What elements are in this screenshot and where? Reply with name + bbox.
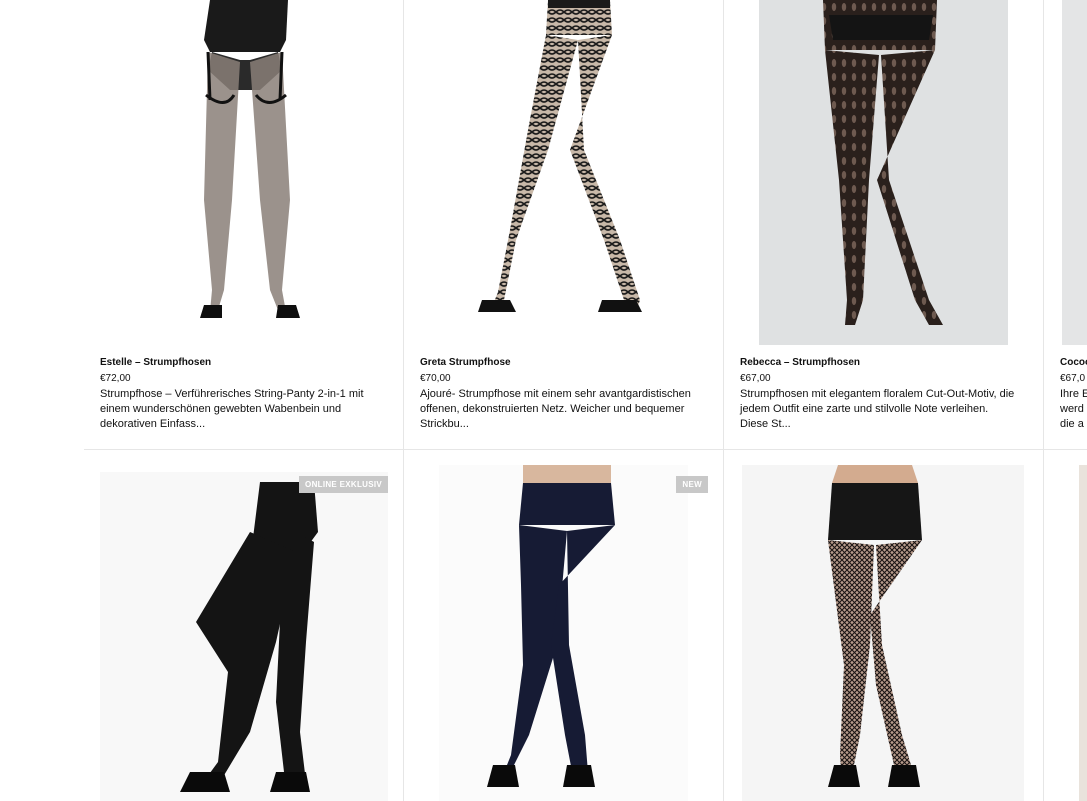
product-card[interactable]: Estelle – Strumpfhosen €72,00 Strumpfhos… — [84, 0, 403, 449]
product-card[interactable] — [1044, 450, 1087, 801]
tights-image — [823, 0, 943, 325]
product-card[interactable]: Greta Strumpfhose €70,00 Ajouré- Strumpf… — [404, 0, 723, 449]
product-description: Strumpfhose – Verführerisches String-Pan… — [100, 388, 364, 430]
product-price: €67,00 — [740, 373, 771, 384]
tights-image — [200, 0, 300, 318]
product-card[interactable]: ONLINE EXKLUSIV — [84, 450, 403, 801]
product-image[interactable] — [439, 465, 688, 801]
product-name[interactable]: Estelle – Strumpfhosen — [100, 357, 211, 368]
product-image[interactable] — [1062, 0, 1087, 345]
product-card[interactable]: Rebecca – Strumpfhosen €67,00 Strumpfhos… — [724, 0, 1043, 449]
online-exclusive-badge: ONLINE EXKLUSIV — [299, 476, 388, 493]
product-card[interactable]: Cocoo €67,0 Ihre E werd die a — [1044, 0, 1087, 449]
product-image[interactable] — [100, 0, 388, 345]
tights-image — [478, 0, 642, 312]
new-badge: NEW — [676, 476, 708, 493]
tights-image — [828, 465, 922, 787]
product-image[interactable] — [100, 472, 388, 801]
product-name[interactable]: Rebecca – Strumpfhosen — [740, 357, 860, 368]
product-name[interactable]: Cocoo — [1060, 357, 1087, 368]
product-card[interactable]: NEW — [404, 450, 723, 801]
product-image[interactable] — [1079, 465, 1087, 801]
product-name[interactable]: Greta Strumpfhose — [420, 357, 511, 368]
product-description: Ajouré- Strumpfhose mit einem sehr avant… — [420, 388, 691, 430]
product-description: Ihre E werd die a — [1060, 388, 1087, 430]
tights-image — [180, 482, 318, 792]
product-price: €72,00 — [100, 373, 131, 384]
tights-image — [487, 465, 615, 787]
product-image[interactable] — [759, 0, 1008, 345]
product-price: €67,0 — [1060, 373, 1086, 384]
product-description: Strumpfhosen mit elegantem floralem Cut-… — [740, 388, 1015, 430]
product-card[interactable] — [724, 450, 1043, 801]
product-image[interactable] — [742, 465, 1024, 801]
product-image[interactable] — [420, 0, 708, 345]
product-price: €70,00 — [420, 373, 451, 384]
